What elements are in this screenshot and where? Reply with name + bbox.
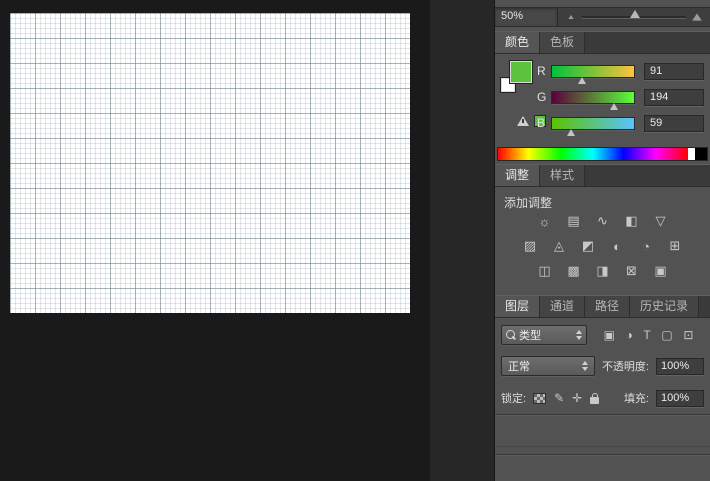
vibrance-icon[interactable]: ▽: [650, 213, 671, 229]
filter-pixel-layer-icon[interactable]: ▣: [604, 328, 615, 342]
lock-row: 锁定: ✎✛ 填充: 100%: [495, 382, 710, 414]
document-canvas[interactable]: [10, 13, 410, 313]
tab-swatches[interactable]: 色板: [540, 32, 585, 53]
layer-filter-row: 类型 ▣ ◑ T ▢ ⊡: [495, 318, 710, 350]
add-adjustment-label: 添加调整: [504, 194, 552, 211]
red-slider-thumb[interactable]: [578, 77, 586, 84]
tab-history[interactable]: 历史记录: [630, 296, 699, 317]
curves-icon[interactable]: ∿: [592, 213, 613, 229]
invert-icon[interactable]: ◫: [534, 263, 555, 279]
photo-filter-icon[interactable]: ◐: [607, 238, 628, 254]
tab-styles[interactable]: 样式: [540, 165, 585, 186]
red-channel-label: R: [537, 64, 551, 78]
filter-type-layer-icon[interactable]: T: [643, 328, 650, 342]
exposure-icon[interactable]: ◧: [621, 213, 642, 229]
tab-channels[interactable]: 通道: [540, 296, 585, 317]
adjustment-grid: ☼ ▤ ∿ ◧ ▽ ▨ ◬ ◩ ◐ ◔ ⊞ ◫ ▩ ◨ ⊠ ▣: [495, 213, 710, 288]
posterize-icon[interactable]: ▩: [563, 263, 584, 279]
spectrum-gradient[interactable]: [498, 148, 688, 160]
channel-mixer-icon[interactable]: ◔: [636, 238, 657, 254]
color-spectrum-ramp[interactable]: [497, 147, 708, 161]
selective-color-icon[interactable]: ▣: [650, 263, 671, 279]
zoom-slider-track[interactable]: [582, 16, 686, 19]
zoom-in-icon[interactable]: [692, 13, 702, 20]
photoshop-window: 50% 颜色 色板: [0, 0, 710, 481]
blue-slider-thumb[interactable]: [567, 129, 575, 136]
layers-panel: 类型 ▣◑T▢⊡ 正常 不透明度: 100% 锁定: ✎✛ 填充: 100%: [495, 318, 710, 481]
layer-filter-icons: ▣ ◑ T ▢ ⊡: [593, 328, 704, 342]
zoom-out-icon[interactable]: [568, 15, 573, 19]
zoom-slider[interactable]: [558, 14, 710, 20]
color-swatches: [501, 60, 539, 106]
green-channel-value[interactable]: 194: [644, 89, 704, 106]
lock-icons: ✎✛: [533, 391, 599, 405]
navigator-zoom-strip: 50%: [495, 7, 710, 27]
lock-all-icon[interactable]: [590, 397, 599, 404]
lock-image-pixels-icon[interactable]: ✎: [554, 391, 564, 405]
blend-mode-label: 正常: [508, 358, 580, 374]
rgb-sliders: R 91 G 194 B: [537, 58, 704, 136]
layers-panel-tabbar: 图层 通道 路径 历史记录: [495, 295, 710, 318]
filter-type-label: 类型: [519, 327, 570, 343]
blue-channel-row: B 59: [537, 110, 704, 136]
layers-list[interactable]: [495, 415, 710, 454]
tab-paths[interactable]: 路径: [585, 296, 630, 317]
blue-channel-value[interactable]: 59: [644, 115, 704, 132]
canvas-area[interactable]: [0, 0, 430, 481]
green-channel-slider[interactable]: [551, 91, 635, 104]
tabbar-spacer: [699, 296, 710, 317]
dropdown-arrows-icon: [576, 330, 582, 340]
red-channel-slider[interactable]: [551, 65, 635, 78]
brightness-contrast-icon[interactable]: ☼: [534, 213, 555, 229]
search-icon: [506, 330, 515, 339]
green-channel-row: G 194: [537, 84, 704, 110]
spectrum-white-swatch[interactable]: [688, 148, 695, 160]
fill-label: 填充:: [624, 390, 649, 406]
blend-mode-dropdown[interactable]: 正常: [501, 356, 595, 376]
tabbar-spacer: [585, 32, 710, 53]
zoom-slider-thumb[interactable]: [630, 10, 640, 18]
gradient-map-icon[interactable]: ⊠: [621, 263, 642, 279]
panel-column: 50% 颜色 色板: [494, 0, 710, 481]
tab-layers[interactable]: 图层: [495, 296, 540, 317]
tabbar-spacer: [585, 165, 710, 186]
green-slider-thumb[interactable]: [610, 103, 618, 110]
filter-shape-layer-icon[interactable]: ▢: [661, 328, 672, 342]
color-lookup-icon[interactable]: ⊞: [665, 238, 686, 254]
opacity-field[interactable]: 100%: [656, 358, 704, 375]
tab-adjustments[interactable]: 调整: [495, 165, 540, 186]
color-panel: R 91 G 194 B: [495, 54, 710, 164]
threshold-icon[interactable]: ◨: [592, 263, 613, 279]
red-channel-value[interactable]: 91: [644, 63, 704, 80]
blue-channel-slider[interactable]: [551, 117, 635, 130]
opacity-label: 不透明度:: [602, 358, 649, 374]
red-channel-row: R 91: [537, 58, 704, 84]
adjustments-panel: 添加调整 ☼ ▤ ∿ ◧ ▽ ▨ ◬ ◩ ◐ ◔ ⊞ ◫ ▩ ◨ ⊠ ▣: [495, 187, 710, 295]
dropdown-arrows-icon: [582, 361, 588, 371]
color-panel-tabbar: 颜色 色板: [495, 31, 710, 54]
blue-channel-label: B: [537, 116, 551, 130]
spectrum-black-swatch[interactable]: [695, 148, 707, 160]
layers-list-row: [495, 415, 710, 447]
filter-adjustment-layer-icon[interactable]: ◑: [626, 328, 633, 342]
zoom-level-field[interactable]: 50%: [495, 8, 558, 26]
lock-transparent-pixels-icon[interactable]: [533, 393, 546, 404]
color-balance-icon[interactable]: ◬: [549, 238, 570, 254]
foreground-color-swatch[interactable]: [510, 61, 532, 83]
tab-color[interactable]: 颜色: [495, 32, 540, 53]
gamut-warning-icon[interactable]: [517, 116, 529, 126]
filter-smart-object-icon[interactable]: ⊡: [683, 328, 693, 342]
workspace-gutter: [430, 0, 494, 481]
fill-field[interactable]: 100%: [656, 390, 704, 407]
lock-label: 锁定:: [501, 390, 526, 406]
blend-mode-row: 正常 不透明度: 100%: [495, 350, 710, 382]
hue-saturation-icon[interactable]: ▨: [520, 238, 541, 254]
layers-panel-footer: [495, 454, 710, 481]
layer-filter-type-dropdown[interactable]: 类型: [501, 325, 587, 345]
green-channel-label: G: [537, 90, 551, 104]
black-white-icon[interactable]: ◩: [578, 238, 599, 254]
levels-icon[interactable]: ▤: [563, 213, 584, 229]
lock-position-icon[interactable]: ✛: [572, 391, 582, 405]
adjustments-panel-tabbar: 调整 样式: [495, 164, 710, 187]
